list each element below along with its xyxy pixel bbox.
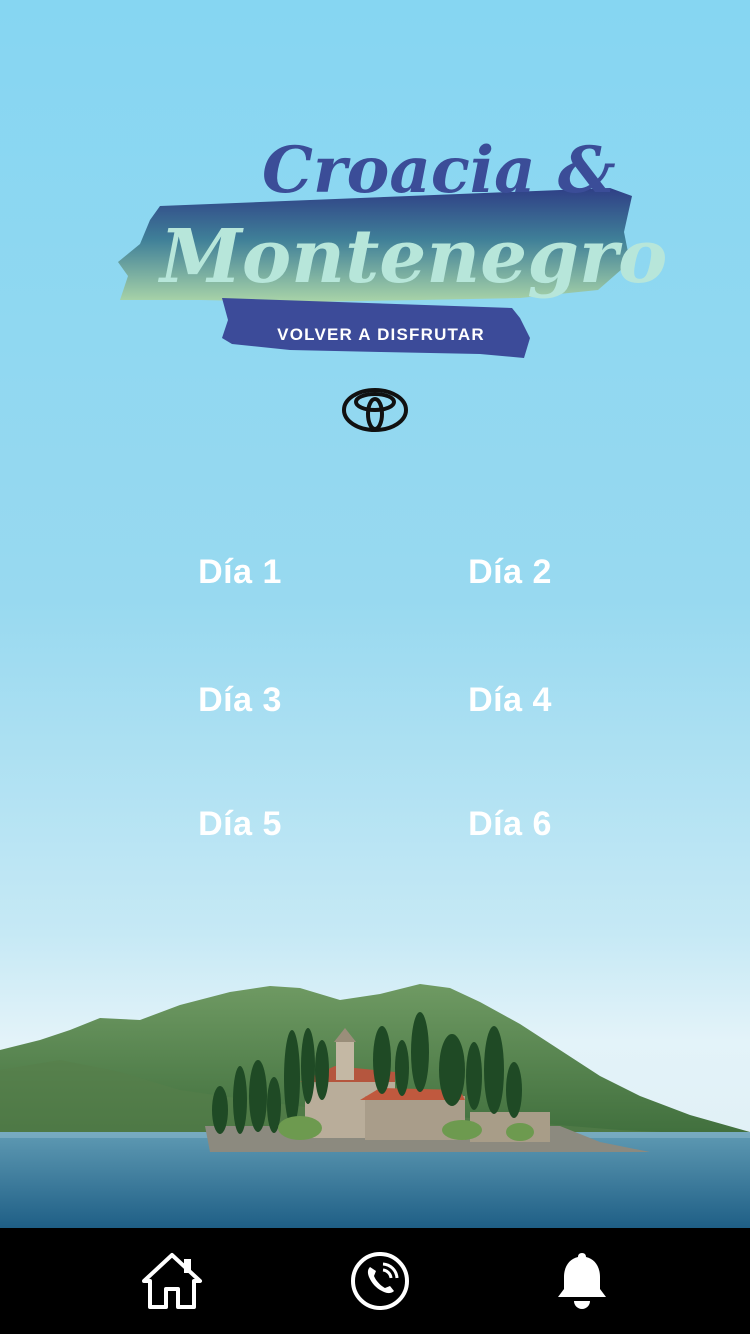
day-4-label: Día 4 bbox=[468, 680, 552, 719]
day-2-button[interactable]: Día 2 bbox=[390, 524, 630, 620]
tab-home[interactable] bbox=[112, 1228, 232, 1334]
bottom-tab-bar bbox=[0, 1228, 750, 1334]
header-logo: Croacia & Montenegro VOLVER A DISFRUTAR bbox=[118, 133, 667, 432]
day-5-button[interactable]: Día 5 bbox=[120, 776, 360, 872]
day-3-button[interactable]: Día 3 bbox=[120, 652, 360, 748]
tab-notifications[interactable] bbox=[522, 1228, 642, 1334]
tagline: VOLVER A DISFRUTAR bbox=[277, 325, 485, 344]
title-line2: Montenegro bbox=[157, 214, 667, 300]
day-6-label: Día 6 bbox=[468, 804, 552, 843]
title-line1: Croacia & bbox=[262, 133, 616, 208]
day-6-button[interactable]: Día 6 bbox=[390, 776, 630, 872]
home-icon bbox=[142, 1253, 202, 1309]
day-5-label: Día 5 bbox=[198, 804, 282, 843]
tab-call[interactable] bbox=[320, 1228, 440, 1334]
day-1-button[interactable]: Día 1 bbox=[120, 524, 360, 620]
bell-icon bbox=[558, 1253, 606, 1309]
day-4-button[interactable]: Día 4 bbox=[390, 652, 630, 748]
phone-icon bbox=[351, 1252, 409, 1310]
day-1-label: Día 1 bbox=[198, 552, 282, 591]
island-landscape-image bbox=[0, 984, 750, 1228]
toyota-logo bbox=[342, 388, 408, 432]
day-3-label: Día 3 bbox=[198, 680, 282, 719]
day-2-label: Día 2 bbox=[468, 552, 552, 591]
